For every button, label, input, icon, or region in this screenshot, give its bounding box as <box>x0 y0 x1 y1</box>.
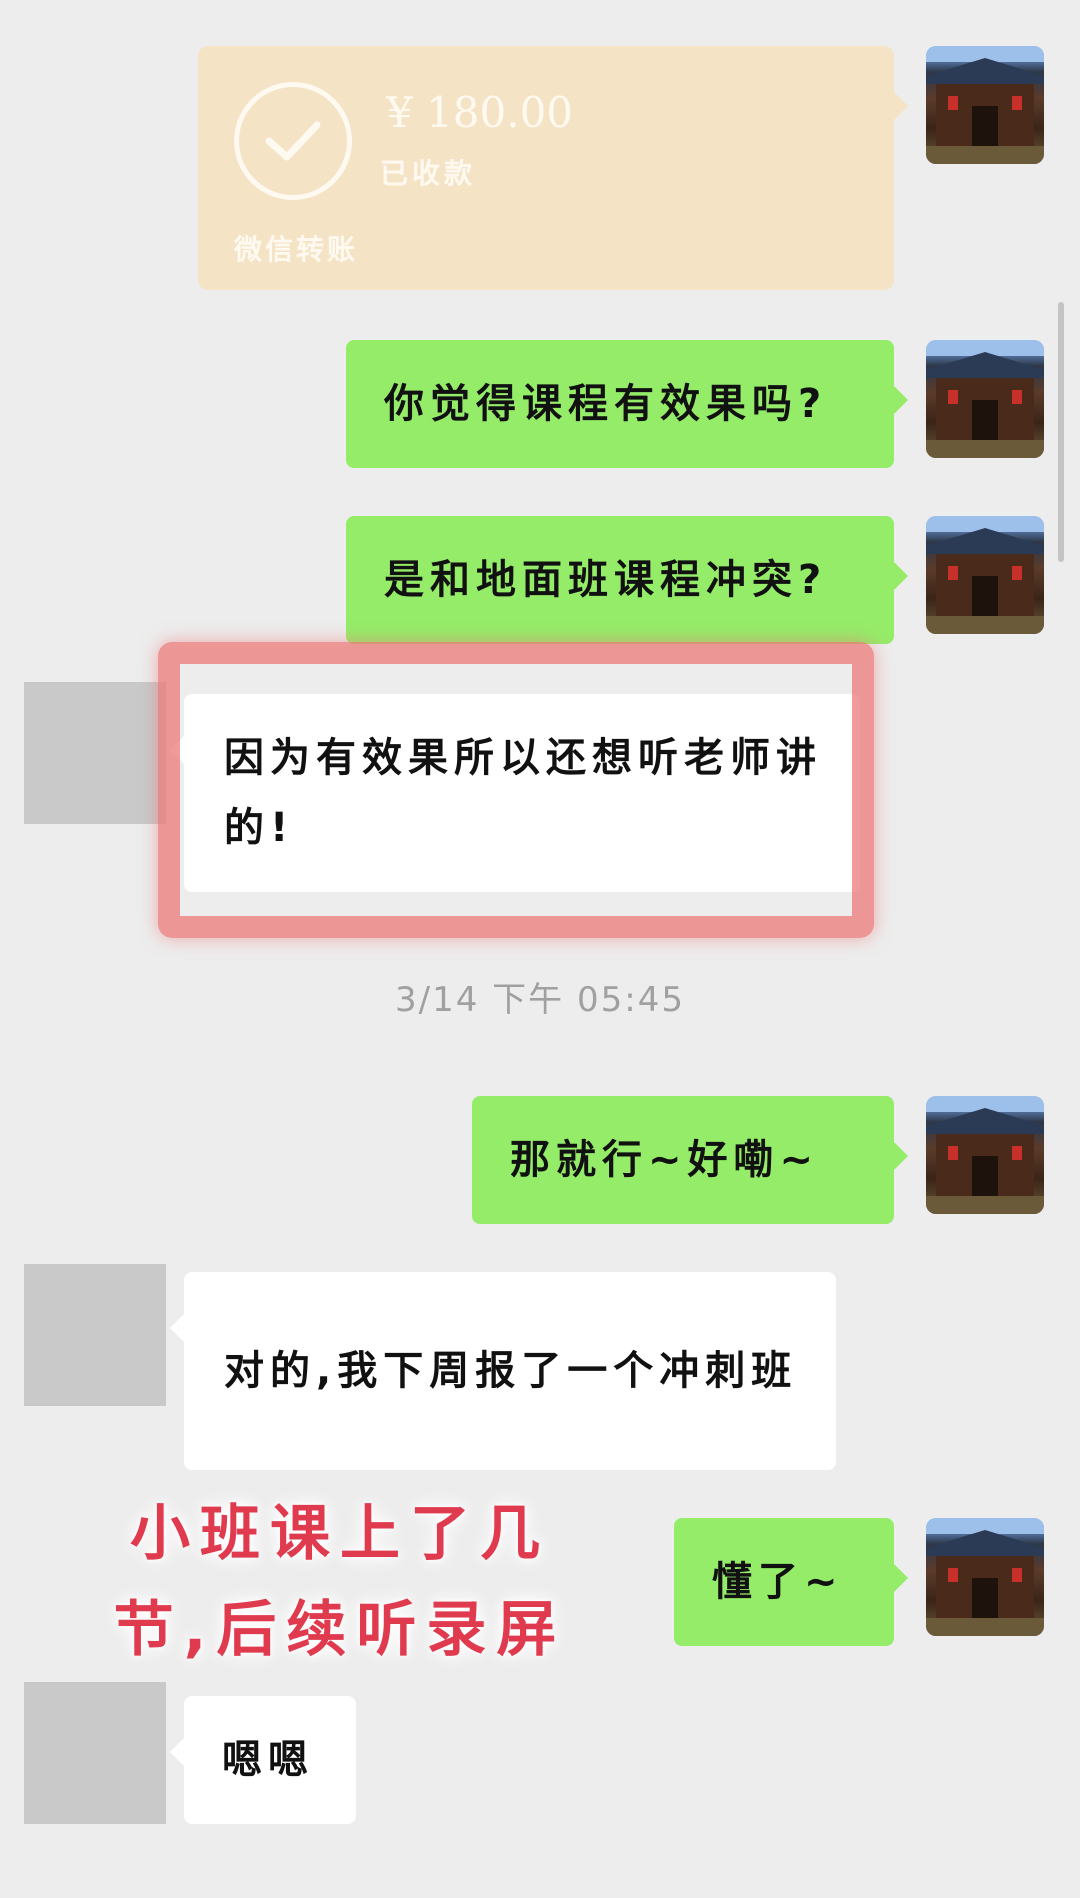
message-text: 那就行~好嘞~ <box>510 1137 820 1183</box>
message-bubble-self[interactable]: 你觉得课程有效果吗? <box>346 340 908 468</box>
message-bubble-other[interactable]: 嗯嗯 <box>170 1696 356 1824</box>
annotation-line-1: 小班课上了几 <box>130 1499 550 1569</box>
highlight-box <box>158 642 874 938</box>
message-text: 是和地面班课程冲突? <box>384 557 828 603</box>
message-text: 对的,我下周报了一个冲刺班 <box>224 1348 798 1394</box>
check-circle-icon <box>234 82 352 200</box>
annotation-line-2: 节,后续听录屏 <box>113 1595 567 1665</box>
temple-icon <box>926 340 1044 458</box>
message-text: 嗯嗯 <box>222 1737 314 1783</box>
scrollbar[interactable] <box>1058 302 1064 562</box>
message-bubble-self[interactable]: 是和地面班课程冲突? <box>346 516 908 644</box>
transfer-amount: ¥ 180.00 <box>386 88 574 137</box>
temple-icon <box>926 1096 1044 1214</box>
temple-icon <box>926 46 1044 164</box>
self-avatar[interactable] <box>926 1518 1044 1636</box>
other-avatar[interactable] <box>24 1264 166 1406</box>
transfer-card[interactable]: ¥ 180.00 已收款 微信转账 <box>198 46 908 290</box>
message-bubble-self[interactable]: 懂了~ <box>674 1518 908 1646</box>
self-avatar[interactable] <box>926 46 1044 164</box>
self-avatar[interactable] <box>926 516 1044 634</box>
transfer-label: 微信转账 <box>234 233 359 266</box>
temple-icon <box>926 516 1044 634</box>
other-avatar[interactable] <box>24 682 166 824</box>
annotation-note: 小班课上了几 节,后续听录屏 <box>60 1486 620 1678</box>
self-avatar[interactable] <box>926 1096 1044 1214</box>
message-text: 懂了~ <box>712 1559 844 1605</box>
message-bubble-other[interactable]: 对的,我下周报了一个冲刺班 <box>170 1272 836 1470</box>
self-avatar[interactable] <box>926 340 1044 458</box>
temple-icon <box>926 1518 1044 1636</box>
other-avatar[interactable] <box>24 1682 166 1824</box>
message-bubble-self[interactable]: 那就行~好嘞~ <box>472 1096 908 1224</box>
message-text: 你觉得课程有效果吗? <box>384 381 828 427</box>
timestamp: 3/14 下午 05:45 <box>395 980 685 1020</box>
transfer-status: 已收款 <box>380 157 477 190</box>
